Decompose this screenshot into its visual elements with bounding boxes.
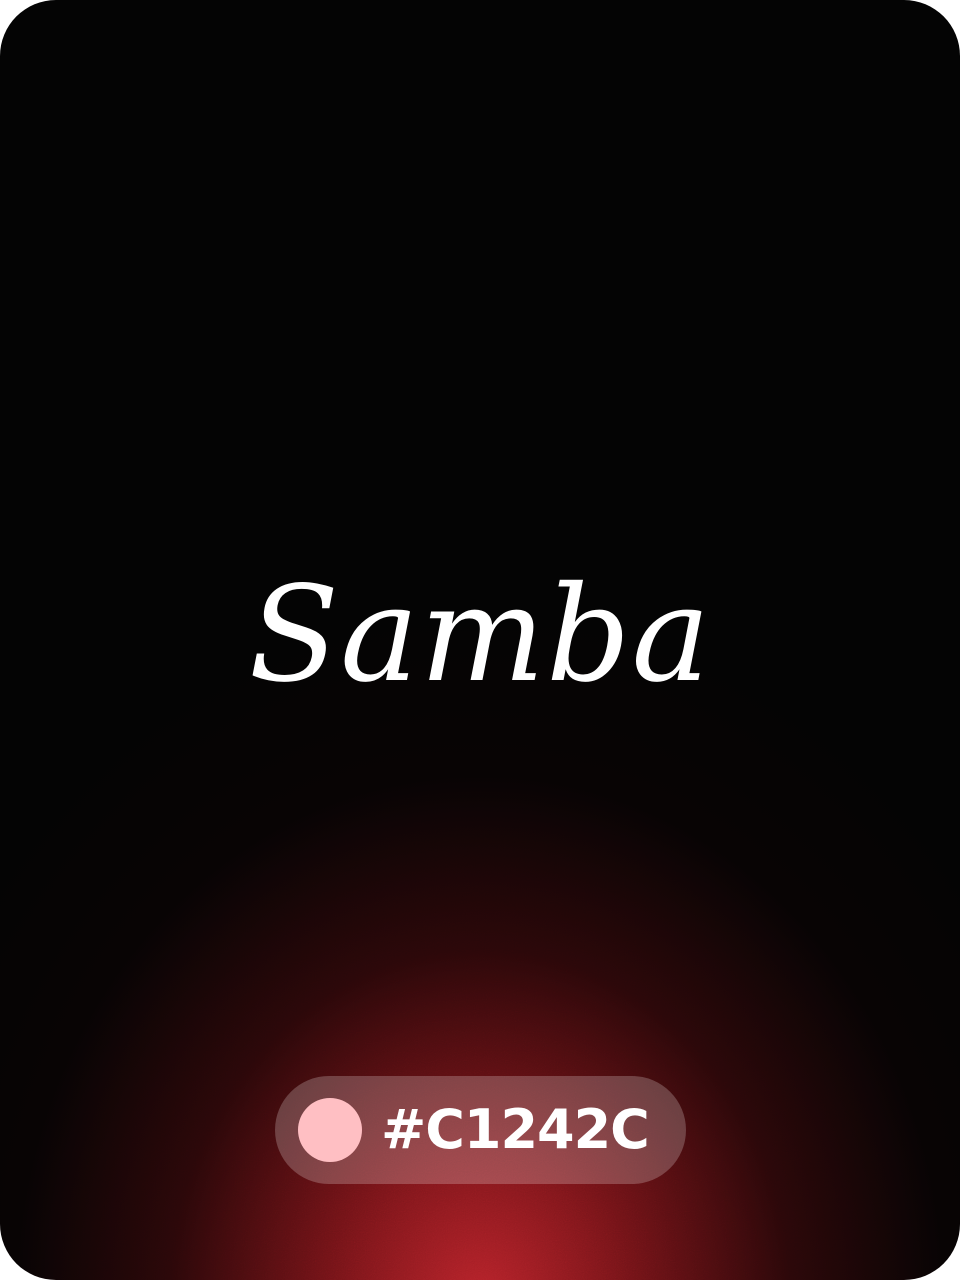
color-card: Samba #C1242C xyxy=(0,0,960,1280)
hex-code-pill[interactable]: #C1242C xyxy=(275,1076,686,1184)
color-name-title: Samba xyxy=(248,558,712,712)
hex-code-label: #C1242C xyxy=(381,1098,650,1161)
color-swatch-dot xyxy=(298,1098,362,1162)
